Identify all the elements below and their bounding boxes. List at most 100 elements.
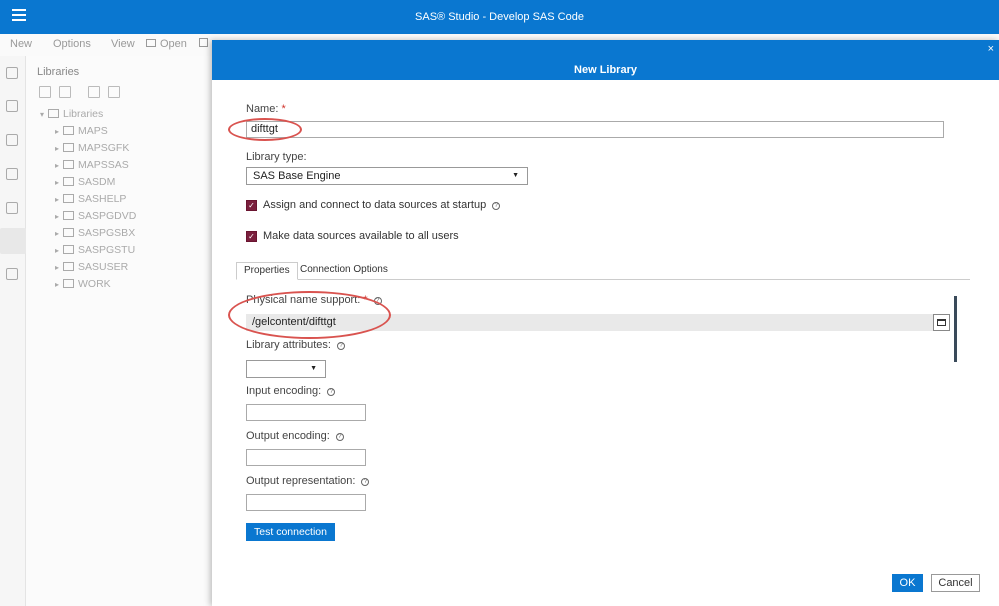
menu-options[interactable]: Options [53,38,91,50]
browse-folder-button[interactable] [933,314,950,331]
library-icon [48,109,59,118]
tree-item-label: WORK [78,278,111,290]
menu-open-label: Open [160,38,187,50]
new-library-icon[interactable] [39,86,51,98]
tree-item[interactable]: ▸ SASPGSTU [55,244,135,260]
test-connection-button[interactable]: Test connection [246,523,335,541]
folder-icon [937,319,946,326]
libraries-icon[interactable] [0,228,26,254]
library-icon [63,126,74,135]
properties-icon[interactable] [88,86,100,98]
tree-item[interactable]: ▸ SASPGSBX [55,227,135,243]
delete-icon[interactable] [59,86,71,98]
library-attributes-label-text: Library attributes: [246,339,331,351]
close-icon[interactable]: × [988,43,994,55]
help-icon[interactable]: ? [327,388,336,396]
tree-item[interactable]: ▸ MAPS [55,125,108,141]
file-shortcuts-icon[interactable] [6,202,18,214]
output-encoding-label: Output encoding:? [246,430,344,442]
tab-properties[interactable]: Properties [236,262,298,280]
expand-arrow-icon[interactable]: ▸ [55,212,63,221]
help-icon[interactable]: ? [492,202,501,210]
name-highlight-annotation [228,118,302,141]
server-files-icon[interactable] [6,67,18,79]
refresh-icon[interactable] [108,86,120,98]
menu-view[interactable]: View [111,38,135,50]
input-encoding-field[interactable] [246,404,366,421]
tree-item[interactable]: ▸ SASUSER [55,261,128,277]
expand-arrow-icon[interactable]: ▸ [55,246,63,255]
menu-save-icon[interactable] [199,38,208,50]
output-representation-label: Output representation:? [246,475,370,487]
available-to-all-checkbox[interactable]: ✓ [246,231,257,242]
tree-item[interactable]: ▸ SASPGDVD [55,210,136,226]
tree-item-label: SASPGSTU [78,244,136,256]
library-icon [63,228,74,237]
output-encoding-field[interactable] [246,449,366,466]
tree-item[interactable]: ▸ SASHELP [55,193,126,209]
name-label-text: Name: [246,103,279,115]
tree-item[interactable]: ▸ WORK [55,278,111,294]
tree-root-libraries[interactable]: ▾ Libraries [40,108,103,124]
library-icon [63,194,74,203]
expand-arrow-icon[interactable]: ▾ [40,110,48,119]
available-to-all-label: Make data sources available to all users [263,230,459,242]
library-attributes-label: Library attributes:? [246,339,345,351]
tree-root-label: Libraries [63,108,104,120]
tree-item-label: SASDM [78,176,116,188]
name-label: Name: * [246,103,286,115]
dialog-header: New Library × [212,40,999,80]
input-encoding-label-text: Input encoding: [246,385,322,397]
tree-item-label: MAPS [78,125,108,137]
expand-arrow-icon[interactable]: ▸ [55,263,63,272]
folder-icon [146,39,156,47]
help-icon[interactable]: ? [335,433,344,441]
required-marker: * [281,103,286,115]
expand-arrow-icon[interactable]: ▸ [55,178,63,187]
library-icon [63,177,74,186]
tasks-icon[interactable] [6,100,18,112]
library-attributes-select[interactable]: ▼ [246,360,326,378]
cancel-button[interactable]: Cancel [931,574,980,592]
library-icon [63,143,74,152]
tree-item-label: MAPSSAS [78,159,129,171]
library-icon [63,160,74,169]
output-encoding-label-text: Output encoding: [246,430,330,442]
output-representation-label-text: Output representation: [246,475,356,487]
physical-name-highlight-annotation [228,291,391,339]
output-representation-field[interactable] [246,494,366,511]
ok-button[interactable]: OK [892,574,923,592]
library-type-label: Library type: [246,151,307,163]
git-icon[interactable] [6,268,18,280]
dropdown-caret-icon: ▼ [310,365,317,372]
dialog-tabs: Properties Connection Options [236,262,970,280]
help-icon[interactable]: ? [361,478,370,486]
input-encoding-label: Input encoding:? [246,385,336,397]
dropdown-caret-icon: ▼ [512,172,519,179]
expand-arrow-icon[interactable]: ▸ [55,195,63,204]
tree-item-label: SASPGSBX [78,227,136,239]
expand-arrow-icon[interactable]: ▸ [55,280,63,289]
tree-item-label: SASPGDVD [78,210,137,222]
help-icon[interactable]: ? [336,342,345,350]
expand-arrow-icon[interactable]: ▸ [55,161,63,170]
menu-new[interactable]: New [10,38,32,50]
tab-connection-options[interactable]: Connection Options [293,262,395,280]
assign-checkbox[interactable]: ✓ [246,200,257,211]
tree-item[interactable]: ▸ MAPSGFK [55,142,129,158]
tree-item[interactable]: ▸ MAPSSAS [55,159,129,175]
settings-icon[interactable] [6,168,18,180]
name-input[interactable]: difttgt [246,121,944,138]
library-icon [63,262,74,271]
expand-arrow-icon[interactable]: ▸ [55,144,63,153]
menu-open[interactable]: Open [146,38,187,50]
app-title: SAS® Studio - Develop SAS Code [415,11,584,23]
expand-arrow-icon[interactable]: ▸ [55,229,63,238]
library-icon [63,211,74,220]
expand-arrow-icon[interactable]: ▸ [55,127,63,136]
library-icon [63,245,74,254]
library-type-select[interactable]: SAS Base Engine ▼ [246,167,528,185]
scrollbar[interactable] [954,296,957,362]
tree-item[interactable]: ▸ SASDM [55,176,115,192]
snippets-icon[interactable] [6,134,18,146]
